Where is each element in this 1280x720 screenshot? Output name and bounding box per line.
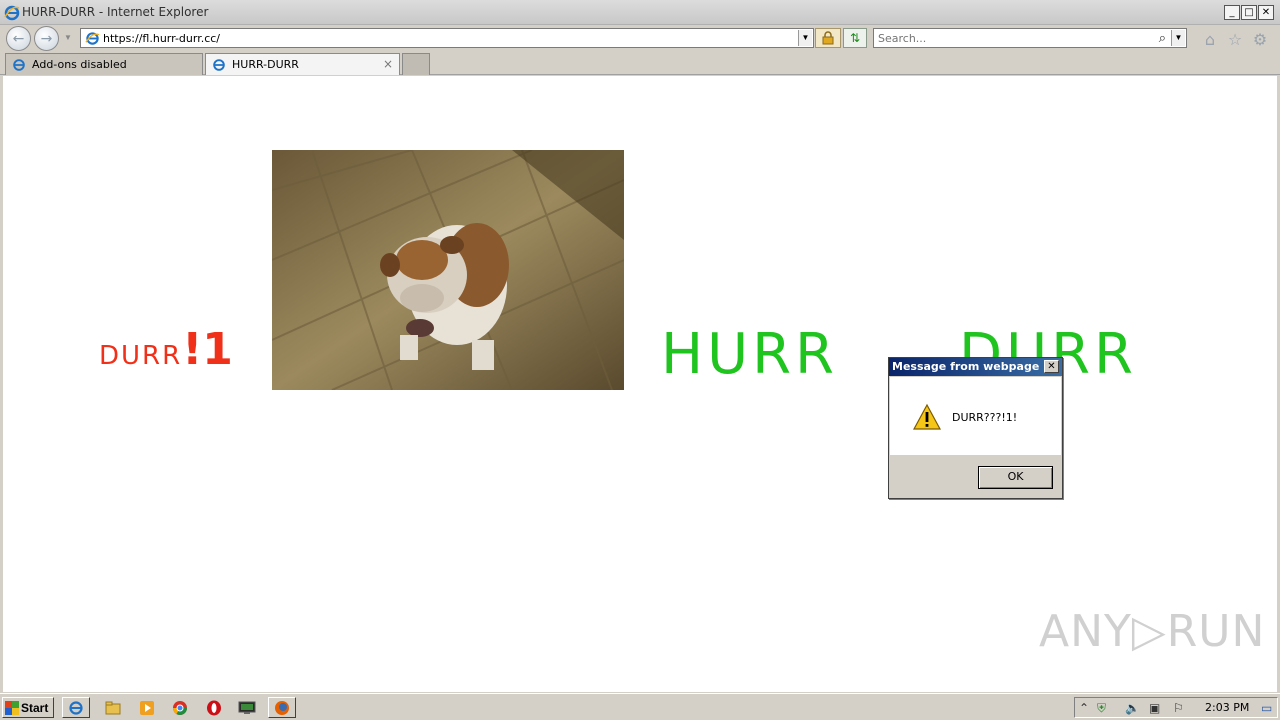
address-bar[interactable]: https://fl.hurr-durr.cc/ ▼ [80,28,814,48]
system-tray: ⌃ ⛨ 🔈 ▣ ⚐ 2:03 PM ▭ [1074,697,1278,718]
taskbar-explorer-button[interactable] [99,697,127,718]
durr-small-text: DURR [99,341,183,371]
opera-icon [207,700,221,715]
search-icon[interactable]: ⌕ [1159,30,1166,46]
address-dropdown-icon[interactable]: ▼ [798,30,812,46]
start-button[interactable]: Start [2,697,54,718]
home-icon[interactable]: ⌂ [1200,29,1220,49]
tab-bar: Add-ons disabled HURR-DURR × [0,51,1280,75]
volume-icon[interactable]: 🔈 [1125,701,1140,715]
window-title: HURR-DURR - Internet Explorer [22,5,209,19]
tab-label: Add-ons disabled [32,58,127,71]
ie-taskbar-icon [69,700,83,715]
new-tab-button[interactable] [402,53,430,75]
page-content: DURR!1 HURR DURR ANY▷RUN [3,76,1277,692]
search-box[interactable]: ⌕ ▼ [873,28,1187,48]
tab-hurr-durr[interactable]: HURR-DURR × [205,53,400,75]
monitor-icon [238,701,256,714]
refresh-icon: ⇅ [849,31,861,45]
dialog-message: DURR???!1! [952,411,1018,424]
address-url[interactable]: https://fl.hurr-durr.cc/ [103,32,220,45]
dialog-titlebar: Message from webpage ✕ [889,358,1062,376]
show-desktop-icon[interactable]: ▭ [1261,701,1272,715]
hurr-text: HURR [661,322,838,387]
favorites-star-icon[interactable]: ☆ [1225,29,1245,49]
taskbar-media-button[interactable] [133,697,161,718]
close-window-button[interactable]: ✕ [1258,5,1274,20]
ie-page-icon [85,32,100,45]
back-button[interactable]: ← [6,26,31,51]
taskbar: Start ⌃ ⛨ 🔈 ▣ ⚐ 2:03 PM ▭ [0,693,1280,720]
minimize-button[interactable]: _ [1224,5,1240,20]
tools-gear-icon[interactable]: ⚙ [1250,29,1270,49]
ie-logo-icon [4,5,20,21]
media-player-icon [140,700,154,715]
history-dropdown-icon[interactable]: ▼ [64,33,72,42]
taskbar-firefox-button[interactable] [268,697,296,718]
navigation-bar: ← → ▼ https://fl.hurr-durr.cc/ ▼ ⇅ ⌕ ▼ ⌂… [0,25,1280,51]
anyrun-watermark: ANY▷RUN [1039,606,1266,657]
tab-addons-disabled[interactable]: Add-ons disabled [5,53,203,75]
bulldog-image [272,150,624,390]
durr-left-text: DURR!1 [99,324,233,375]
window-titlebar: HURR-DURR - Internet Explorer _ □ ✕ [0,0,1280,25]
forward-button[interactable]: → [34,26,59,51]
alert-dialog: Message from webpage ✕ DURR???!1! OK [888,357,1063,499]
close-tab-icon[interactable]: × [383,57,393,71]
dialog-close-button[interactable]: ✕ [1044,360,1059,373]
dialog-title: Message from webpage [892,360,1040,373]
search-input[interactable] [878,31,1148,45]
ok-button[interactable]: OK [978,466,1053,489]
network-status-icon[interactable]: ⛨ [1097,701,1106,716]
refresh-button[interactable]: ⇅ [843,28,867,48]
search-dropdown-icon[interactable]: ▼ [1171,30,1185,46]
ie-tab-icon [213,58,225,71]
padlock-icon [822,31,834,45]
show-hidden-icons-icon[interactable]: ⌃ [1079,701,1089,715]
action-center-flag-icon[interactable]: ⚐ [1173,701,1184,715]
maximize-button[interactable]: □ [1241,5,1257,20]
taskbar-chrome-button[interactable] [166,697,194,718]
printer-icon[interactable]: ▣ [1149,701,1160,715]
taskbar-opera-button[interactable] [200,697,228,718]
windows-logo-icon [5,700,19,715]
security-lock-button[interactable] [815,28,841,48]
back-arrow-icon: ← [12,30,25,47]
clock[interactable]: 2:03 PM [1205,701,1249,714]
exclaim-one-text: !1 [182,324,233,375]
warning-icon [912,403,942,430]
taskbar-app-button[interactable] [233,697,261,718]
chrome-icon [173,700,187,715]
dialog-body: DURR???!1! [890,377,1061,455]
folder-icon [105,701,121,714]
firefox-icon [275,700,289,715]
start-label: Start [21,700,49,715]
forward-arrow-icon: → [40,30,53,47]
ie-tab-icon [13,58,25,71]
tab-label: HURR-DURR [232,58,299,71]
taskbar-ie-button[interactable] [62,697,90,718]
